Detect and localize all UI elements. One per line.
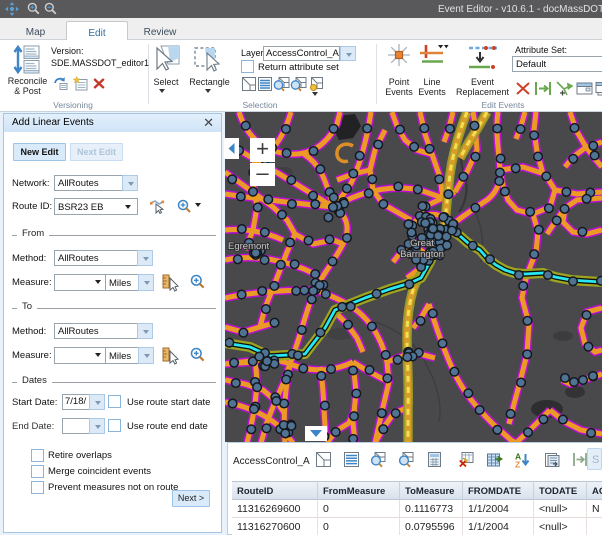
svg-text:Z: Z xyxy=(515,460,520,470)
svg-text:Barrington: Barrington xyxy=(400,249,444,260)
svg-text:Egremont: Egremont xyxy=(228,241,270,252)
svg-text:Great: Great xyxy=(410,238,434,249)
